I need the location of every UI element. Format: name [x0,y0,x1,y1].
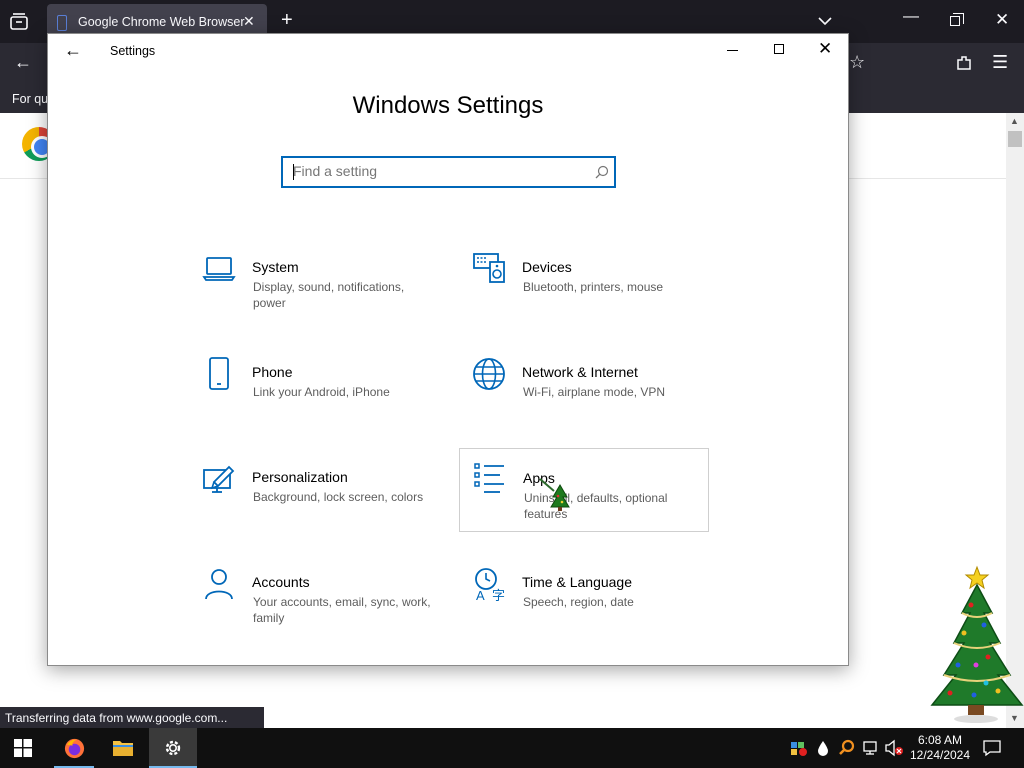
taskbar: 6:08 AM 12/24/2024 [0,728,1024,768]
category-title: Personalization [252,469,348,485]
scroll-up-icon[interactable]: ▲ [1010,116,1019,126]
category-description: Wi-Fi, airplane mode, VPN [523,385,666,399]
browser-restore-button[interactable] [950,13,964,26]
browser-status-text: Transferring data from www.google.com... [0,707,264,728]
keyboard-speaker-icon [472,252,508,288]
category-title: System [252,259,299,275]
bookmark-star-icon[interactable]: ☆ [849,52,865,73]
tab-close-icon[interactable]: ✕ [243,13,255,30]
category-title: Network & Internet [522,364,638,380]
svg-text:字: 字 [492,588,505,603]
windows-start-icon[interactable] [14,739,32,762]
app-tray-icon[interactable] [790,739,808,757]
category-apps[interactable]: Apps Uninstall, defaults, optional featu… [459,448,709,532]
svg-text:A: A [476,588,485,603]
taskbar-clock[interactable]: 6:08 AM 12/24/2024 [905,733,975,763]
bookmark-bar-text: For qu [12,92,49,106]
chevron-down-icon[interactable] [817,14,833,32]
category-devices[interactable]: Devices Bluetooth, printers, mouse [472,252,722,336]
settings-window-title: Settings [110,44,156,58]
time-language-icon: 字A [472,567,508,603]
file-explorer-icon [113,741,133,756]
taskbar-settings[interactable] [149,728,197,768]
settings-window: ← Settings ✕ Windows Settings System Dis… [47,33,849,666]
laptop-icon [202,252,238,288]
christmas-tree-decoration [926,565,1024,732]
tab-list-icon[interactable] [8,11,30,33]
category-system[interactable]: System Display, sound, notifications, po… [202,252,452,336]
category-title: Time & Language [522,574,632,590]
network-icon[interactable] [862,739,880,757]
category-network[interactable]: Network & Internet Wi-Fi, airplane mode,… [472,357,722,441]
taskbar-file-explorer[interactable] [99,728,147,768]
category-description: Display, sound, notifications, power [253,280,405,310]
category-time-language[interactable]: 字A Time & Language Speech, region, date [472,567,722,651]
page-title: Windows Settings [352,92,544,119]
notification-center-icon[interactable] [983,739,1001,762]
paint-icon [202,462,238,498]
clock-date: 12/24/2024 [909,748,971,762]
search-tray-icon[interactable] [838,739,856,757]
category-title: Accounts [252,574,310,590]
tab-title: Google Chrome Web Browser [78,15,245,29]
globe-icon [472,357,508,393]
new-tab-button[interactable]: + [281,10,293,30]
person-icon [202,567,238,603]
browser-minimize-button[interactable]: — [903,8,919,26]
settings-back-arrow-icon[interactable]: ← [64,40,82,61]
firefox-icon [64,738,85,759]
clock-time: 6:08 AM [917,733,963,747]
scrollbar-thumb[interactable] [1008,131,1022,147]
browser-close-button[interactable]: ✕ [995,10,1009,30]
volume-muted-icon[interactable] [884,739,903,757]
category-personalization[interactable]: Personalization Background, lock screen,… [202,462,452,546]
category-description: Speech, region, date [523,595,634,609]
back-arrow-icon[interactable]: ← [14,52,32,73]
search-input[interactable] [293,163,583,179]
taskbar-firefox[interactable] [50,728,98,768]
search-box[interactable] [281,156,616,188]
settings-minimize-button[interactable] [727,42,739,54]
category-title: Devices [522,259,572,275]
category-description: Link your Android, iPhone [253,385,390,399]
category-description: Bluetooth, printers, mouse [523,280,664,294]
settings-gear-icon [165,740,181,756]
search-icon[interactable] [595,165,609,184]
tab-favicon-icon [57,15,67,31]
mouse-cursor-icon [534,477,574,522]
category-accounts[interactable]: Accounts Your accounts, email, sync, wor… [202,567,452,651]
phone-icon [202,357,238,393]
category-title: Phone [252,364,293,380]
category-description: Background, lock screen, colors [253,490,424,504]
settings-close-button[interactable]: ✕ [818,39,832,59]
extensions-icon[interactable] [955,54,973,77]
category-description: Your accounts, email, sync, work, family [253,595,431,625]
droplet-icon[interactable] [814,739,832,757]
hamburger-menu-icon[interactable]: ☰ [992,52,1008,73]
text-caret [293,164,294,180]
settings-maximize-button[interactable] [774,44,784,54]
apps-list-icon [473,462,509,498]
category-phone[interactable]: Phone Link your Android, iPhone [202,357,452,441]
